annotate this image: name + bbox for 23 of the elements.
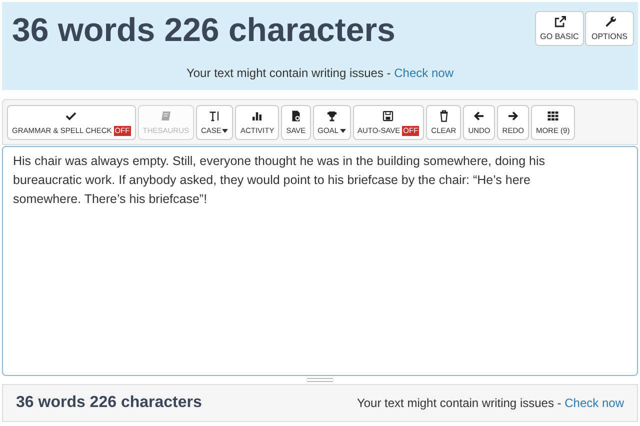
book-icon — [160, 110, 172, 122]
text-height-icon — [208, 110, 221, 122]
text-area[interactable]: His chair was always empty. Still, everyone thought he was in the building somewhere, doing his bureaucratic work. If anybody asked, they would point to his briefcase by the chair: “He’s here somewhere. There’s his briefcase”! — [2, 146, 638, 376]
word-count-title: 36 words 226 characters — [12, 10, 396, 50]
trophy-icon — [326, 110, 338, 122]
check-icon — [65, 110, 78, 122]
caret-icon — [222, 128, 228, 132]
writing-issues-message: Your text might contain writing issues - — [356, 396, 562, 410]
header-button[interactable]: OPTIONS — [585, 11, 634, 46]
word-count: 36 words 226 characters — [16, 393, 202, 413]
external-link-icon — [552, 15, 566, 29]
writing-issues-message: Your text might contain writing issues - — [186, 66, 392, 80]
resize-handle-icon[interactable] — [307, 378, 333, 382]
left-arrow-icon — [473, 110, 486, 122]
right-arrow-icon — [507, 110, 520, 122]
check-now-link[interactable]: Check now — [564, 396, 624, 410]
check-now-link[interactable]: Check now — [394, 66, 454, 80]
header-button[interactable]: GO BASIC — [535, 11, 584, 46]
bar-chart-icon — [251, 110, 264, 122]
file-icon — [290, 110, 302, 122]
trash-icon — [438, 110, 450, 122]
caret-icon — [340, 128, 346, 132]
grid-icon — [546, 110, 559, 122]
